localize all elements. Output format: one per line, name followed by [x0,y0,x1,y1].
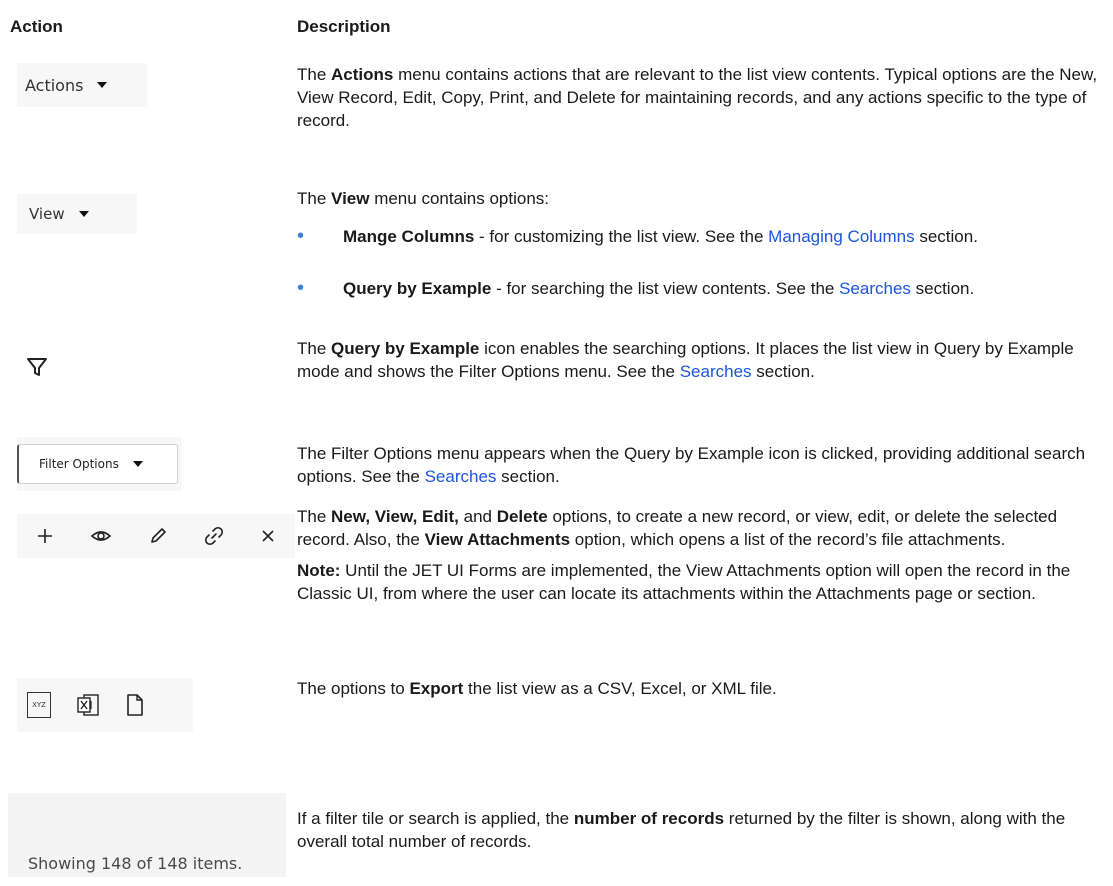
csv-file-icon[interactable]: XYZ [27,692,51,718]
actions-description: The Actions menu contains actions that a… [297,65,1098,130]
eye-icon[interactable] [90,526,112,546]
plus-icon[interactable] [35,526,55,546]
filter-funnel-icon [27,358,47,376]
record-count-description: If a filter tile or search is applied, t… [297,809,1066,851]
filter-options-container: Filter Options [17,437,181,491]
filter-options-label: Filter Options [39,457,119,471]
view-description: The View menu contains options: [297,189,550,208]
export-toolbar: XYZ [17,678,193,732]
record-count-status-container: Showing 148 of 148 items. [8,793,286,877]
description-column-header: Description [297,17,391,36]
view-menu-button[interactable]: View [17,194,137,234]
action-column-header: Action [10,17,63,36]
close-icon[interactable] [259,527,277,545]
searches-link[interactable]: Searches [680,362,752,381]
qbe-description: The Query by Example icon enables the se… [297,339,1074,381]
export-description: The options to Export the list view as a… [297,679,777,698]
managing-columns-link[interactable]: Managing Columns [768,227,914,246]
note-paragraph: Note: Until the JET UI Forms are impleme… [297,561,1071,603]
view-button-label: View [29,205,65,223]
filter-options-description: The Filter Options menu appears when the… [297,444,1086,486]
actions-menu-button[interactable]: Actions [17,63,147,107]
searches-link[interactable]: Searches [839,279,911,298]
record-count-status: Showing 148 of 148 items. [28,854,243,873]
filter-options-button[interactable]: Filter Options [17,444,178,484]
chevron-down-icon [132,461,143,467]
bullet-icon: • [297,225,305,247]
csv-badge: XYZ [32,701,46,709]
xml-file-icon[interactable] [125,693,145,717]
pencil-icon[interactable] [148,526,168,546]
link-icon[interactable] [204,526,224,546]
view-bullet-manage-columns: Mange Columns - for customizing the list… [343,227,978,246]
chevron-down-icon [97,82,108,88]
record-actions-description: The New, View, Edit, and Delete options,… [297,505,1107,605]
actions-button-label: Actions [25,75,84,95]
view-bullet-query-by-example: Query by Example - for searching the lis… [343,279,975,298]
query-by-example-button[interactable] [17,347,57,387]
chevron-down-icon [78,211,89,217]
bullet-icon: • [297,277,305,299]
excel-file-icon[interactable] [75,692,101,718]
record-actions-toolbar [17,514,295,558]
searches-link[interactable]: Searches [425,467,497,486]
